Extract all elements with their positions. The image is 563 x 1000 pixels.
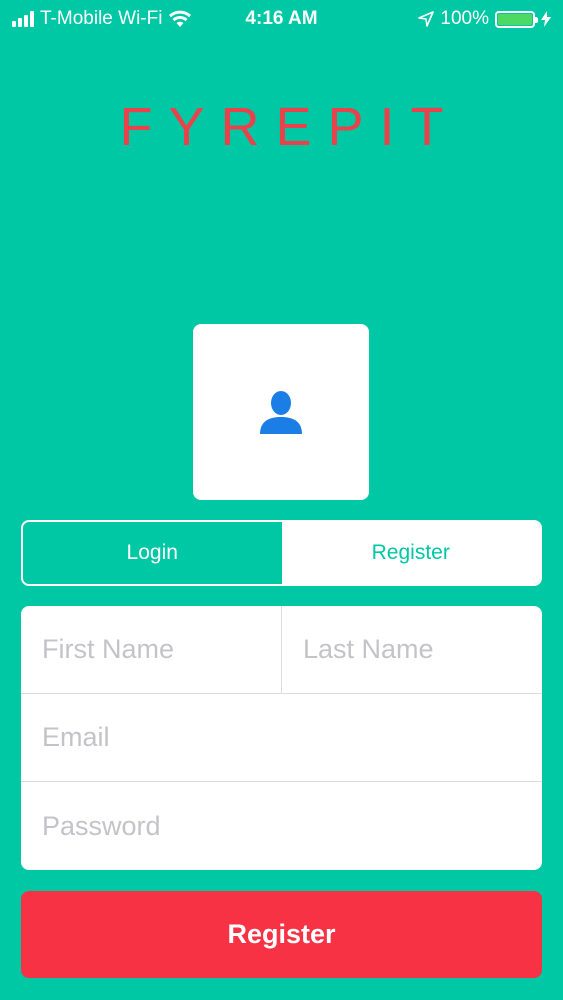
location-arrow-icon [418, 11, 435, 27]
email-input[interactable] [21, 694, 542, 781]
last-name-input[interactable] [282, 606, 542, 693]
email-row [21, 694, 542, 782]
registration-form [21, 606, 542, 870]
tab-login-label: Login [126, 541, 178, 564]
tab-login[interactable]: Login [23, 522, 282, 584]
battery-icon [495, 10, 538, 28]
user-avatar-icon [260, 391, 302, 434]
tab-register[interactable]: Register [281, 522, 540, 584]
name-row [21, 606, 542, 694]
status-bar: T-Mobile Wi-Fi 4:16 AM 100% [0, 0, 563, 38]
charging-bolt-icon [541, 11, 551, 27]
login-register-toggle: Login Register [21, 520, 542, 586]
register-button[interactable]: Register [21, 891, 542, 978]
first-name-input[interactable] [21, 606, 281, 693]
tab-register-label: Register [371, 541, 450, 564]
status-right: 100% [418, 8, 551, 30]
avatar-picker[interactable] [193, 324, 369, 500]
app-logo: FYREPIT [119, 97, 460, 157]
password-row [21, 782, 542, 870]
password-input[interactable] [21, 782, 542, 870]
battery-percent: 100% [440, 8, 489, 29]
